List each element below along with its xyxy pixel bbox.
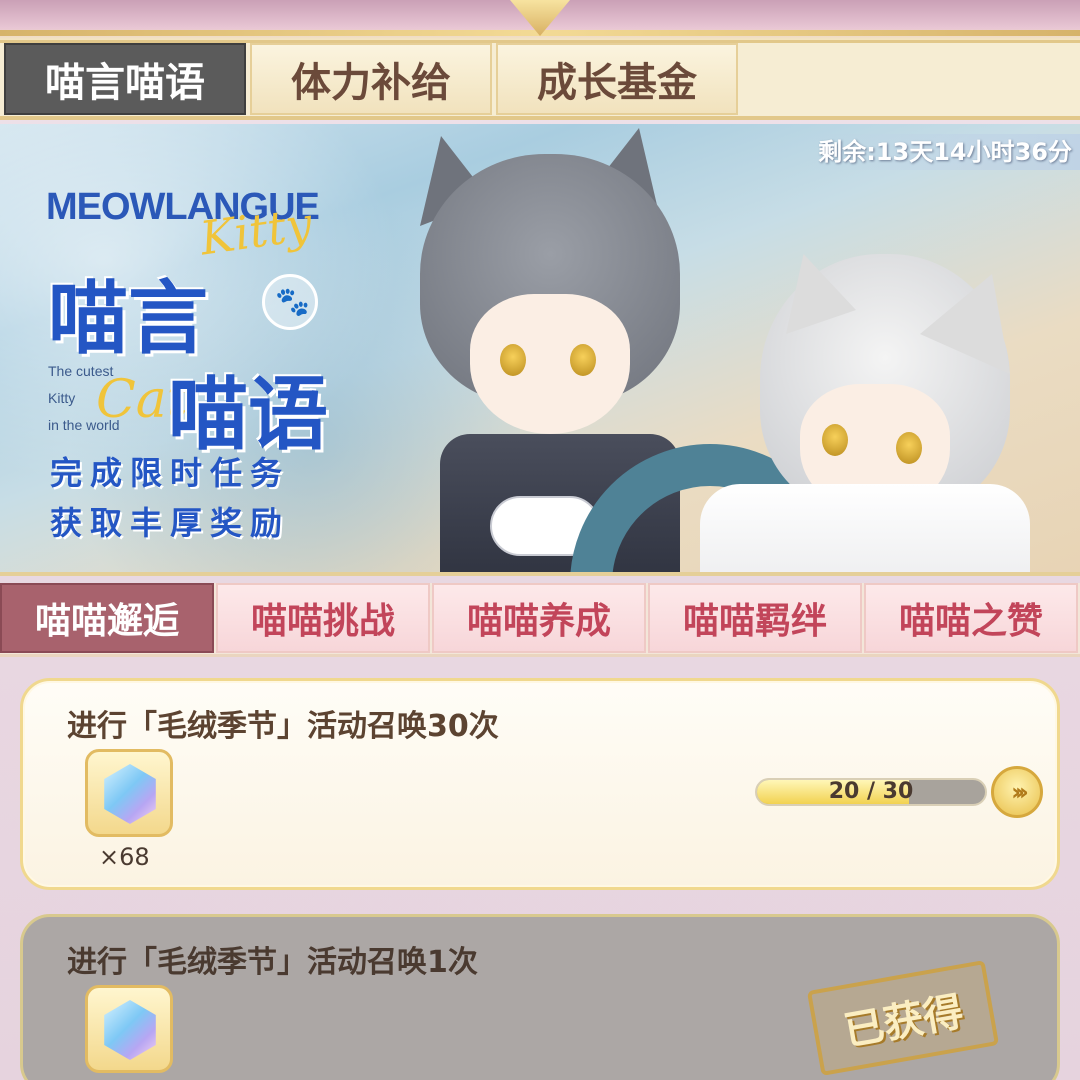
eye-icon (570, 344, 596, 376)
top-decorative-frame (0, 0, 1080, 40)
white-cat-girl-body (700, 484, 1030, 572)
crystal-icon (104, 764, 156, 824)
eye-icon (896, 432, 922, 464)
sub-tab-bar: 喵喵邂逅 喵喵挑战 喵喵养成 喵喵羁绊 喵喵之赞 (0, 583, 1080, 657)
go-button[interactable]: ››› (991, 766, 1043, 818)
tab-meow-nurture[interactable]: 喵喵养成 (432, 583, 646, 653)
banner-slogan-line2: 获取丰厚奖励 (50, 504, 291, 542)
reward-item[interactable] (85, 985, 173, 1073)
obtained-stamp: 已获得 (806, 960, 1000, 1076)
quest-card: 进行「毛绒季节」活动召唤30次 ×68 20 / 30 ››› (20, 678, 1060, 890)
reward-item[interactable] (85, 749, 173, 837)
banner-slogan-line1: 完成限时任务 (50, 454, 291, 492)
quest-title: 进行「毛绒季节」活动召唤1次 (67, 945, 478, 980)
eye-icon (822, 424, 848, 456)
event-banner: MEOWLANGUE Kitty 喵言 The cutest Kitty in … (0, 124, 1080, 576)
quest-progress-bar: 20 / 30 (755, 778, 987, 806)
crystal-icon (104, 1000, 156, 1060)
tab-growth-fund[interactable]: 成长基金 (496, 43, 738, 115)
reward-count: ×68 (99, 843, 150, 871)
tab-meow-language[interactable]: 喵言喵语 (4, 43, 246, 115)
tab-stamina-supply[interactable]: 体力补给 (250, 43, 492, 115)
top-tab-bar: 喵言喵语 体力补给 成长基金 (0, 40, 1080, 120)
tab-meow-challenge[interactable]: 喵喵挑战 (216, 583, 430, 653)
fast-forward-icon: ››› (1011, 778, 1029, 806)
tab-meow-praise[interactable]: 喵喵之赞 (864, 583, 1078, 653)
event-countdown: 剩余:13天14小时36分 (804, 134, 1080, 170)
tab-meow-bond[interactable]: 喵喵羁绊 (648, 583, 862, 653)
tab-meow-encounter[interactable]: 喵喵邂逅 (0, 583, 214, 653)
quest-title: 进行「毛绒季节」活动召唤30次 (67, 709, 499, 744)
paw-icon (262, 274, 318, 330)
gray-cat-girl-face (470, 294, 630, 434)
eye-icon (500, 344, 526, 376)
progress-text: 20 / 30 (828, 779, 914, 804)
quest-card-completed: 进行「毛绒季节」活动召唤1次 已获得 (20, 914, 1060, 1080)
